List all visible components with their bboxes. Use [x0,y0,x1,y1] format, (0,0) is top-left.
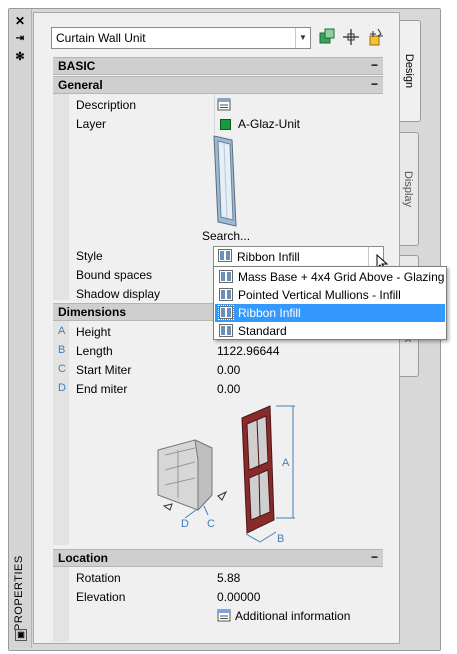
chevron-down-icon[interactable]: ▼ [295,28,310,48]
section-basic[interactable]: BASIC − [53,57,383,75]
length-dim-letter: B [58,344,66,356]
rotation-label: Rotation [76,571,121,585]
add-to-selection-icon[interactable] [318,28,336,46]
row-additional-info[interactable]: Additional information [53,606,383,625]
style-option-icon [219,288,233,301]
start-miter-dim-letter: C [58,363,66,375]
tab-design[interactable]: Design [398,20,421,122]
bound-spaces-label: Bound spaces [76,268,153,282]
quick-properties-icon[interactable]: ▣ [15,629,27,641]
style-option-label: Standard [238,324,287,338]
style-preview-image[interactable] [210,133,240,229]
length-label: Length [76,344,113,358]
miter-corner-image [157,439,228,512]
start-miter-label: Start Miter [76,363,132,377]
close-icon[interactable]: ✕ [14,15,26,27]
elevation-label: Elevation [76,590,126,604]
diagram-label-c: C [207,518,215,530]
layer-color-swatch [220,119,231,130]
tab-display[interactable]: Display [398,132,419,246]
ribbon-infill-icon [218,249,232,262]
elevation-value[interactable]: 0.00000 [217,590,260,604]
object-type-select[interactable]: Curtain Wall Unit ▼ [51,27,311,49]
curtain-wall-unit-image [241,405,275,534]
length-value[interactable]: 1122.96644 [217,344,280,358]
layer-label: Layer [76,117,107,131]
tab-display-label: Display [402,170,414,208]
style-option-label: Mass Base + 4x4 Grid Above - Glazing [238,270,445,284]
style-option[interactable]: Pointed Vertical Mullions - Infill [215,286,445,304]
height-label: Height [76,325,111,339]
diagram-label-d: D [181,518,189,530]
section-basic-title: BASIC [58,59,96,73]
style-dropdown[interactable]: Ribbon Infill [213,246,384,267]
style-option-icon [218,305,234,320]
dimensions-diagram: D C A B [157,405,295,545]
collapse-icon[interactable]: − [371,77,378,91]
shadow-display-label: Shadow display [76,287,161,301]
quick-select-icon[interactable] [368,28,386,46]
row-layer[interactable]: Layer A-Glaz-Unit [53,114,383,133]
row-description[interactable]: Description [53,95,383,114]
tab-design-label: Design [403,53,415,89]
additional-info-icon[interactable] [217,609,231,622]
style-option[interactable]: Mass Base + 4x4 Grid Above - Glazing [215,268,445,286]
row-start-miter[interactable]: C Start Miter 0.00 [53,360,383,379]
description-label: Description [76,98,137,112]
style-option[interactable]: Standard [215,322,445,340]
style-option-selected[interactable]: Ribbon Infill [215,304,445,322]
style-option-label: Ribbon Infill [238,306,301,320]
palette-titlebar: ✕ ⇥ ✻ PROPERTIES ▣ [9,9,32,648]
properties-settings-icon[interactable]: ✻ [14,51,26,63]
style-dropdown-list: Mass Base + 4x4 Grid Above - Glazing Poi… [213,266,447,340]
object-type-value: Curtain Wall Unit [56,31,146,45]
layer-value: A-Glaz-Unit [238,117,301,131]
section-general[interactable]: General − [53,76,383,94]
end-miter-value[interactable]: 0.00 [217,382,240,396]
style-search-link[interactable]: Search... [202,229,250,243]
row-rotation[interactable]: Rotation 5.88 [53,568,383,587]
row-end-miter[interactable]: D End miter 0.00 [53,379,383,398]
end-miter-dim-letter: D [58,382,66,394]
style-option-label: Pointed Vertical Mullions - Infill [238,288,401,302]
auto-hide-icon[interactable]: ⇥ [14,33,26,45]
diagram-label-b: B [277,533,284,545]
style-value: Ribbon Infill [237,250,300,264]
style-label: Style [76,249,103,263]
style-option-icon [219,324,233,337]
palette-title: PROPERTIES [13,555,25,631]
row-length[interactable]: B Length 1122.96644 [53,341,383,360]
style-option-icon [219,270,233,283]
height-dim-letter: A [58,325,66,337]
section-location-title: Location [58,551,108,565]
section-location[interactable]: Location − [53,549,383,567]
section-dimensions-title: Dimensions [58,305,127,319]
collapse-icon[interactable]: − [371,58,378,72]
diagram-label-a: A [282,457,290,469]
description-editor-icon[interactable] [217,98,231,111]
start-miter-value[interactable]: 0.00 [217,363,240,377]
collapse-icon[interactable]: − [371,550,378,564]
end-miter-label: End miter [76,382,128,396]
row-elevation[interactable]: Elevation 0.00000 [53,587,383,606]
rotation-value[interactable]: 5.88 [217,571,240,585]
section-general-title: General [58,78,103,92]
select-objects-icon[interactable] [342,28,360,46]
additional-info-link[interactable]: Additional information [235,609,350,623]
